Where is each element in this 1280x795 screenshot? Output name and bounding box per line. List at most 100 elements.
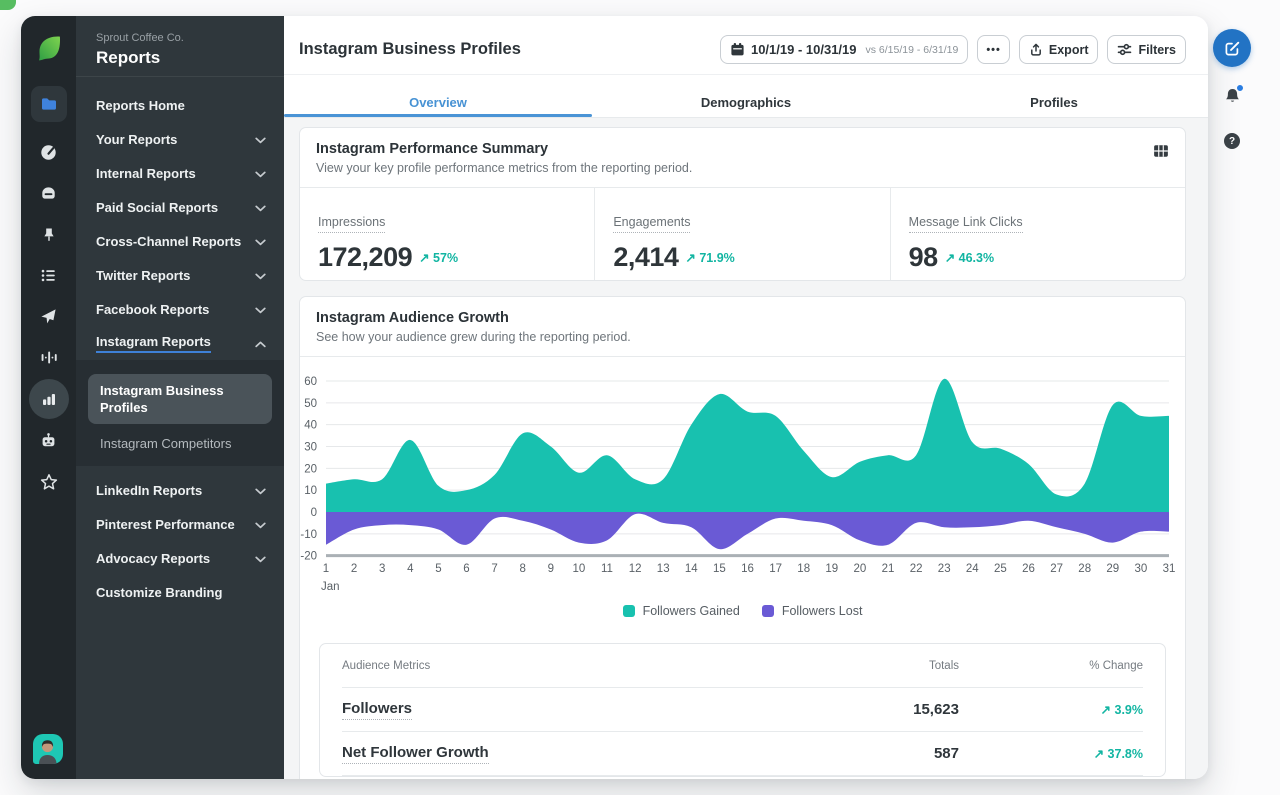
report-header: Instagram Business Profiles 10/1/19 - 10… [284,16,1208,75]
pin-icon[interactable] [21,214,76,255]
audience-growth-subtitle: See how your audience grew during the re… [316,330,1169,344]
table-view-icon[interactable] [1153,143,1169,164]
svg-text:-20: -20 [300,551,317,563]
icon-rail [21,16,76,779]
sidebar-item-label: Facebook Reports [96,302,209,317]
legend-label: Followers Gained [643,604,740,618]
inbox-icon[interactable] [21,173,76,214]
compare-range-label: vs 6/15/19 - 6/31/19 [866,44,959,56]
svg-text:20: 20 [854,563,867,575]
metric-change: ↗ 57% [419,250,458,265]
tab-overview[interactable]: Overview [284,75,592,117]
chevron-down-icon [255,166,266,181]
compose-button[interactable] [1213,29,1251,67]
legend-label: Followers Lost [782,604,863,618]
tab-demographics[interactable]: Demographics [592,75,900,117]
metric-message-link-clicks: Message Link Clicks98↗ 46.3% [890,188,1185,280]
svg-text:21: 21 [882,563,895,575]
svg-text:29: 29 [1106,563,1119,575]
sidebar-item-internal-reports[interactable]: Internal Reports [76,156,284,190]
list-icon[interactable] [21,255,76,296]
svg-text:Jan: Jan [321,581,340,593]
svg-text:24: 24 [966,563,979,575]
row-change: ↗ 37.8% [959,746,1143,761]
svg-text:16: 16 [741,563,754,575]
tab-profiles[interactable]: Profiles [900,75,1208,117]
notifications-button[interactable] [1223,87,1242,111]
export-button[interactable]: Export [1019,35,1099,64]
bot-icon[interactable] [21,420,76,461]
svg-text:7: 7 [491,563,497,575]
chevron-down-icon [255,234,266,249]
chevron-up-icon [255,336,266,351]
sidebar-item-twitter-reports[interactable]: Twitter Reports [76,258,284,292]
metrics-row: Impressions172,209↗ 57%Engagements2,414↗… [300,187,1185,280]
svg-text:5: 5 [435,563,441,575]
sidebar-item-cross-channel-reports[interactable]: Cross-Channel Reports [76,224,284,258]
sidebar-item-your-reports[interactable]: Your Reports [76,122,284,156]
sidebar-item-advocacy-reports[interactable]: Advocacy Reports [76,541,284,575]
date-range-label: 10/1/19 - 10/31/19 [751,42,857,57]
svg-text:50: 50 [304,398,317,410]
send-icon[interactable] [21,296,76,337]
sidebar-item-facebook-reports[interactable]: Facebook Reports [76,292,284,326]
more-options-button[interactable]: ••• [977,35,1010,64]
sidebar-item-pinterest-performance[interactable]: Pinterest Performance [76,507,284,541]
svg-text:14: 14 [685,563,698,575]
svg-text:60: 60 [304,376,317,388]
reports-folder-nav[interactable] [31,86,67,122]
quick-actions-rail: ? [1213,29,1251,149]
row-metric-label[interactable]: Net Follower Growth [342,744,489,764]
question-icon: ? [1229,136,1235,147]
background-accent-shape [0,0,16,10]
chevron-down-icon [255,200,266,215]
bar-chart-icon[interactable] [21,378,76,419]
listening-icon[interactable] [21,337,76,378]
filters-button[interactable]: Filters [1107,35,1186,64]
gauge-icon[interactable] [21,132,76,173]
sidebar-item-instagram-competitors[interactable]: Instagram Competitors [88,424,272,451]
sidebar-item-label: Pinterest Performance [96,517,235,532]
sidebar-item-linkedin-reports[interactable]: LinkedIn Reports [76,473,284,507]
date-range-button[interactable]: 10/1/19 - 10/31/19 vs 6/15/19 - 6/31/19 [720,35,968,64]
sidebar-item-reports-home[interactable]: Reports Home [76,88,284,122]
table-row-followers: Followers15,623↗ 3.9% [342,688,1143,732]
performance-summary-card: Instagram Performance Summary View your … [299,127,1186,281]
chevron-down-icon [255,551,266,566]
calendar-icon [730,42,745,57]
audience-growth-title: Instagram Audience Growth [316,310,1169,326]
sidebar-item-instagram-business-profiles[interactable]: Instagram Business Profiles [88,374,272,424]
svg-text:9: 9 [548,563,554,575]
sprout-leaf-logo[interactable] [35,34,63,62]
sidebar-item-customize-branding[interactable]: Customize Branding [76,575,284,609]
svg-text:10: 10 [573,563,586,575]
instagram-reports-group: Instagram Business Profiles Instagram Co… [76,360,284,466]
sidebar-item-paid-social-reports[interactable]: Paid Social Reports [76,190,284,224]
report-content: Instagram Performance Summary View your … [284,118,1208,779]
chevron-down-icon [255,132,266,147]
svg-text:12: 12 [629,563,642,575]
folder-icon [40,95,58,113]
svg-text:1: 1 [323,563,329,575]
star-icon[interactable] [21,461,76,502]
sidebar-item-label: Paid Social Reports [96,200,218,215]
sidebar-item-label: Cross-Channel Reports [96,234,241,249]
chevron-down-icon [255,302,266,317]
sidebar-item-label: Advocacy Reports [96,551,210,566]
help-button[interactable]: ? [1224,133,1240,149]
sidebar-item-label: Instagram Reports [96,334,211,353]
page-title: Instagram Business Profiles [299,40,711,59]
metric-label[interactable]: Engagements [613,215,690,233]
metric-value: 172,209 [318,242,412,273]
chevron-down-icon [255,483,266,498]
row-total: 15,623 [769,701,959,718]
metric-label[interactable]: Message Link Clicks [909,215,1023,233]
legend-item-followers-gained: Followers Gained [623,604,740,618]
row-metric-label[interactable]: Followers [342,700,412,720]
audience-growth-header: Instagram Audience Growth See how your a… [300,297,1185,356]
svg-text:26: 26 [1022,563,1035,575]
metric-label[interactable]: Impressions [318,215,385,233]
user-avatar[interactable] [33,734,63,764]
sidebar-item-instagram-reports[interactable]: Instagram Reports [76,326,284,360]
main-area: Instagram Business Profiles 10/1/19 - 10… [284,16,1208,779]
